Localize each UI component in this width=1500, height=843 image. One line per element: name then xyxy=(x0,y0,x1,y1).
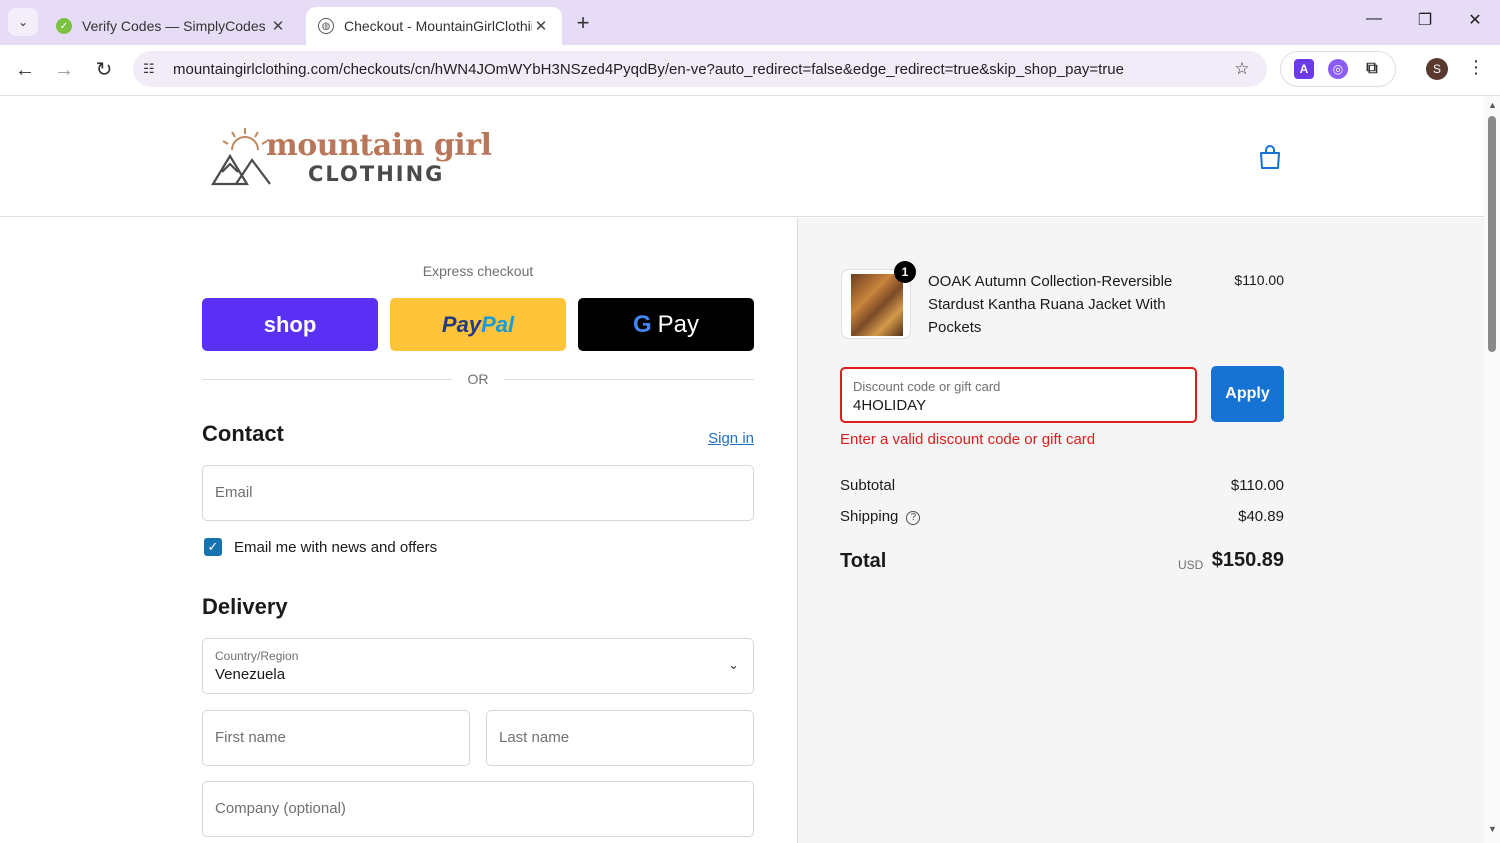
help-circle-icon[interactable]: ? xyxy=(906,511,921,525)
quantity-badge: 1 xyxy=(894,261,916,283)
discount-code-input[interactable]: Discount code or gift card 4HOLIDAY xyxy=(840,367,1197,423)
extension-a-icon[interactable]: A xyxy=(1294,59,1314,79)
profile-avatar[interactable]: S xyxy=(1426,58,1448,80)
newsletter-label[interactable]: Email me with news and offers xyxy=(234,539,437,556)
google-pay-button[interactable]: G Pay xyxy=(578,298,754,351)
forward-arrow-icon[interactable]: → xyxy=(51,57,77,83)
product-price: $110.00 xyxy=(1234,272,1284,288)
currency-code: USD xyxy=(1178,558,1204,572)
express-checkout-label: Express checkout xyxy=(422,263,534,279)
page-scrollbar[interactable]: ▲ ▼ xyxy=(1484,96,1500,843)
or-divider-text: OR xyxy=(467,371,489,387)
checkout-form-column: Express checkout shop Pay Pal G Pay OR Co… xyxy=(0,218,797,843)
divider xyxy=(504,379,754,380)
shop-pay-label: shop xyxy=(263,311,317,337)
close-tab-icon[interactable]: ✕ xyxy=(269,17,287,35)
apply-discount-button[interactable]: Apply xyxy=(1211,366,1284,422)
chevron-down-icon: ⌄ xyxy=(728,657,739,672)
close-tab-icon[interactable]: ✕ xyxy=(532,17,550,35)
globe-icon: ◍ xyxy=(318,18,334,34)
subtotal-label: Subtotal xyxy=(840,477,896,494)
last-name-placeholder: Last name xyxy=(499,729,570,746)
discount-error-message: Enter a valid discount code or gift card xyxy=(840,431,1096,448)
shop-pay-button[interactable]: shop xyxy=(202,298,378,351)
total-value: $150.89 xyxy=(1211,549,1284,571)
country-value: Venezuela xyxy=(215,666,286,683)
company-field[interactable]: Company (optional) xyxy=(202,781,754,837)
url-text[interactable]: mountaingirlclothing.com/checkouts/cn/hW… xyxy=(173,61,1231,78)
minimize-button[interactable]: — xyxy=(1359,10,1389,28)
more-menu-icon[interactable]: ⋮ xyxy=(1466,57,1486,78)
extension-swirl-icon[interactable]: ◎ xyxy=(1328,59,1348,79)
first-name-field[interactable]: First name xyxy=(202,710,470,766)
brand-wordmark: mountain girl xyxy=(266,128,492,163)
new-tab-button[interactable]: + xyxy=(572,10,594,36)
email-field[interactable]: Email xyxy=(202,465,754,521)
browser-tab-bar: ⌄ ✓ Verify Codes — SimplyCodes ✕ ◍ Check… xyxy=(0,0,1500,45)
product-name: OOAK Autumn Collection-Reversible Stardu… xyxy=(928,273,1173,336)
scroll-up-arrow-icon[interactable]: ▲ xyxy=(1488,100,1497,110)
scroll-down-arrow-icon[interactable]: ▼ xyxy=(1488,824,1497,834)
newsletter-checkbox[interactable]: ✓ xyxy=(204,538,222,556)
google-g-icon: G xyxy=(632,310,652,338)
puzzle-extensions-icon[interactable]: ⧉ xyxy=(1362,59,1382,79)
tab-verify-codes[interactable]: ✓ Verify Codes — SimplyCodes ✕ xyxy=(44,7,299,45)
brand-subtitle: CLOTHING xyxy=(308,162,445,186)
country-label: Country/Region xyxy=(215,649,299,663)
email-placeholder: Email xyxy=(215,484,253,501)
paypal-button[interactable]: Pay Pal xyxy=(390,298,566,351)
tab-title: Checkout - MountainGirlClothing xyxy=(344,18,532,34)
restore-button[interactable]: ❐ xyxy=(1410,10,1440,30)
scrollbar-thumb[interactable] xyxy=(1488,116,1496,352)
address-bar[interactable]: ☷ mountaingirlclothing.com/checkouts/cn/… xyxy=(133,51,1267,87)
tab-checkout[interactable]: ◍ Checkout - MountainGirlClothing ✕ xyxy=(306,7,562,45)
reload-icon[interactable]: ↻ xyxy=(91,57,117,83)
tab-search-button[interactable]: ⌄ xyxy=(8,8,38,36)
order-summary: 1 OOAK Autumn Collection-Reversible Star… xyxy=(797,218,1484,843)
browser-toolbar: ← → ↻ ☷ mountaingirlclothing.com/checkou… xyxy=(0,45,1500,96)
country-select[interactable]: Country/Region Venezuela ⌄ xyxy=(202,638,754,694)
mountain-girl-logo[interactable]: mountain girl CLOTHING xyxy=(210,122,492,188)
close-window-button[interactable]: ✕ xyxy=(1460,10,1490,30)
sign-in-link[interactable]: Sign in xyxy=(690,430,754,447)
site-settings-icon[interactable]: ☷ xyxy=(143,61,163,77)
subtotal-value: $110.00 xyxy=(1230,477,1284,494)
extensions-group: A ◎ ⧉ xyxy=(1280,51,1396,87)
simplycodes-favicon-icon: ✓ xyxy=(56,18,72,34)
back-arrow-icon[interactable]: ← xyxy=(12,57,38,83)
checkmark-icon: ✓ xyxy=(207,539,219,554)
total-label: Total xyxy=(840,550,887,572)
bookmark-star-icon[interactable]: ☆ xyxy=(1231,59,1253,79)
google-pay-label: Pay xyxy=(657,310,700,338)
divider xyxy=(202,379,452,380)
contact-heading: Contact xyxy=(202,421,284,446)
discount-label: Discount code or gift card xyxy=(853,379,1001,394)
tab-title: Verify Codes — SimplyCodes xyxy=(82,18,266,34)
product-image xyxy=(851,274,903,336)
paypal-label-part2: Pal xyxy=(481,311,515,337)
last-name-field[interactable]: Last name xyxy=(486,710,754,766)
first-name-placeholder: First name xyxy=(215,729,286,746)
shipping-value: $40.89 xyxy=(1238,508,1284,525)
shopping-bag-icon[interactable] xyxy=(1258,144,1282,170)
delivery-heading: Delivery xyxy=(202,594,288,619)
discount-value[interactable]: 4HOLIDAY xyxy=(853,397,926,414)
checkout-page: mountain girl CLOTHING Express checkout … xyxy=(0,96,1484,843)
shipping-label: Shipping xyxy=(840,508,899,525)
checkout-header: mountain girl CLOTHING xyxy=(0,96,1484,217)
company-placeholder: Company (optional) xyxy=(215,800,346,817)
paypal-label-part1: Pay xyxy=(441,311,482,337)
chevron-down-icon: ⌄ xyxy=(17,15,29,29)
